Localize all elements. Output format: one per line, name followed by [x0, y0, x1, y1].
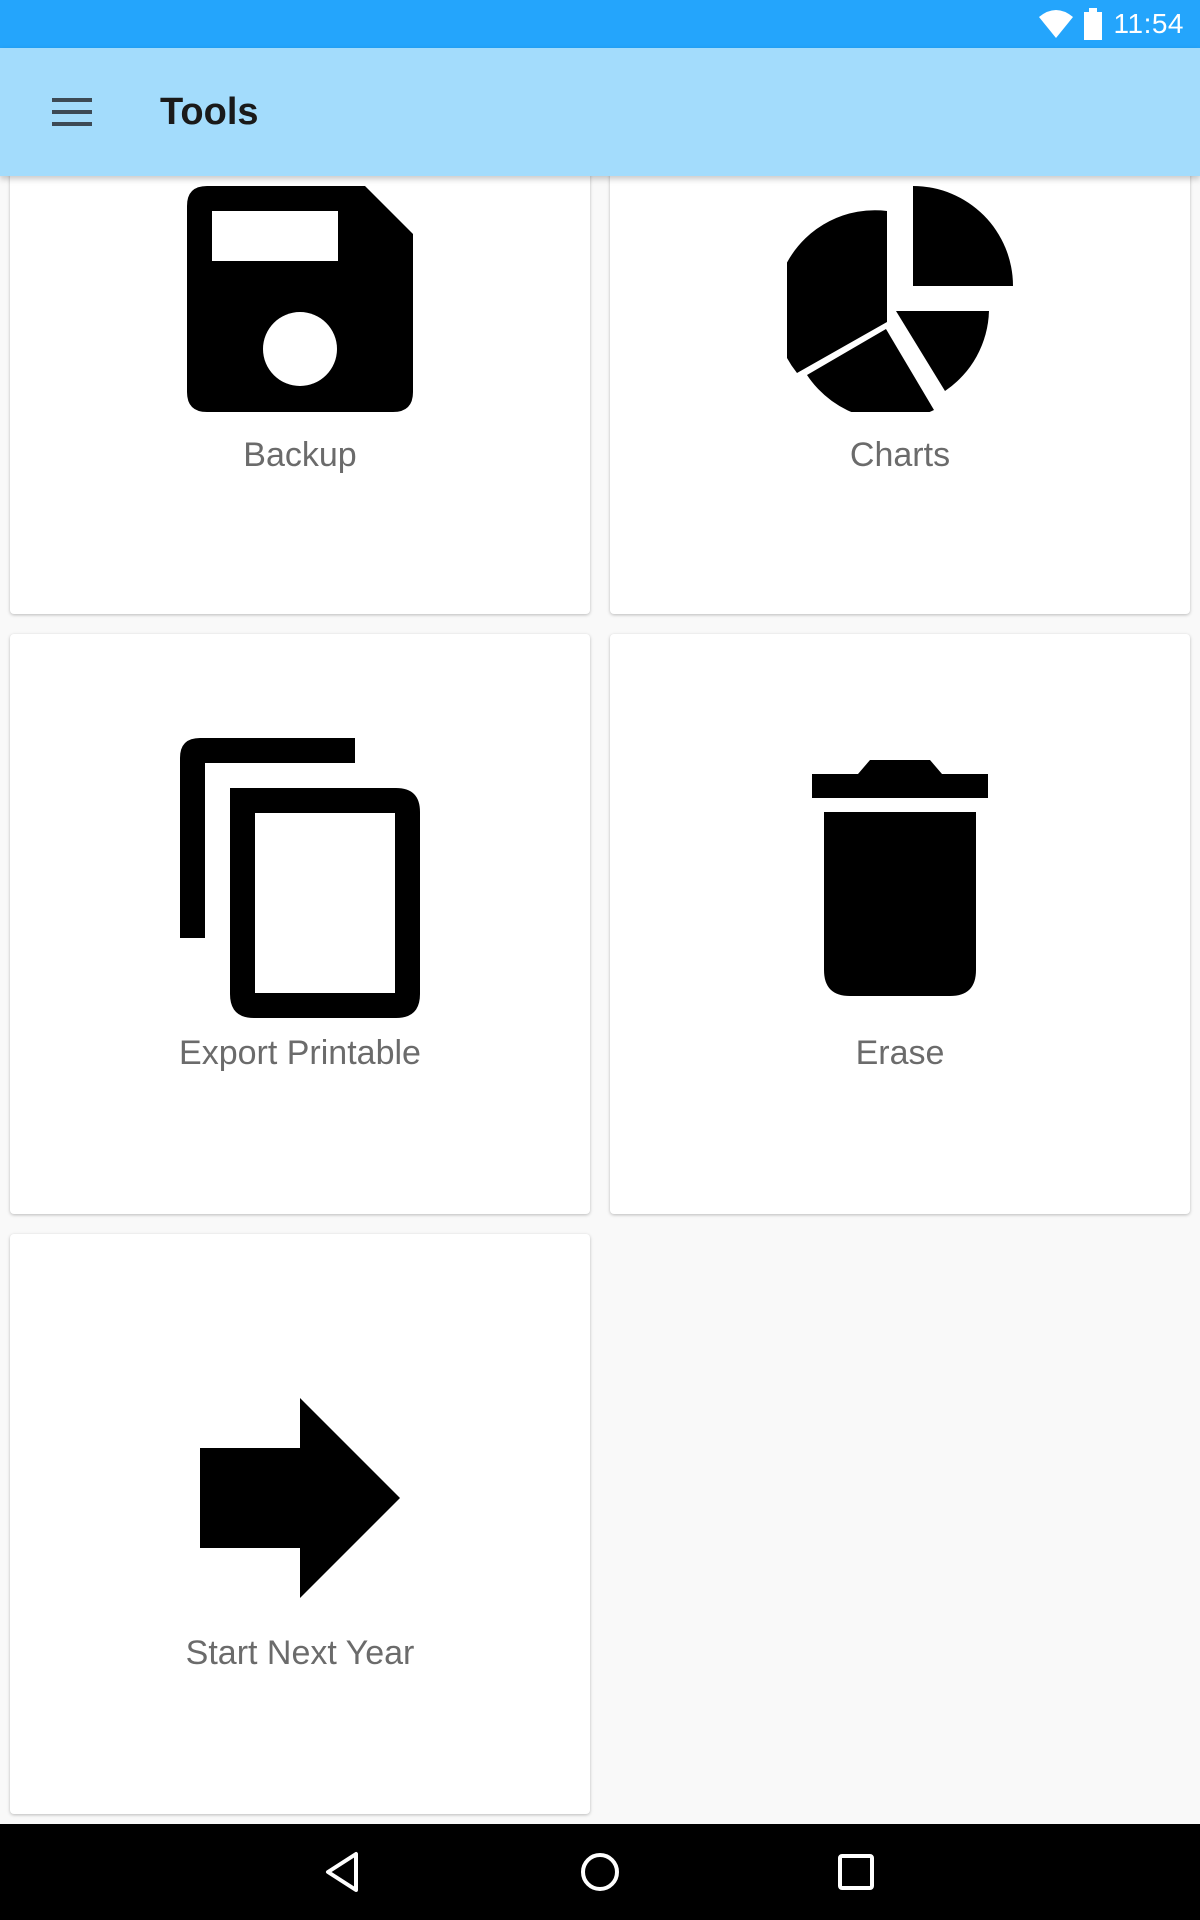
tool-label-start-next-year: Start Next Year — [185, 1634, 415, 1672]
tool-card-backup[interactable]: Backup — [10, 176, 590, 614]
home-icon[interactable] — [576, 1848, 624, 1896]
tool-label-charts: Charts — [849, 436, 951, 474]
floppy-disk-icon — [187, 186, 413, 412]
battery-icon — [1083, 8, 1102, 40]
wifi-icon — [1038, 10, 1073, 38]
tool-label-erase: Erase — [855, 1034, 945, 1072]
copy-icon — [180, 738, 420, 1018]
tool-label-export-printable: Export Printable — [179, 1034, 421, 1072]
tool-label-backup: Backup — [243, 436, 357, 474]
tool-card-erase[interactable]: Erase — [610, 634, 1190, 1214]
arrow-right-icon — [200, 1398, 400, 1598]
tool-card-start-next-year[interactable]: Start Next Year — [10, 1234, 590, 1814]
menu-button[interactable] — [40, 84, 104, 140]
back-icon[interactable] — [320, 1848, 368, 1896]
tools-grid: Backup Charts Export Printable Erase Sta… — [0, 176, 1200, 1824]
status-time: 11:54 — [1113, 8, 1184, 39]
tool-card-charts[interactable]: Charts — [610, 176, 1190, 614]
status-bar: 11:54 — [0, 0, 1200, 48]
app-bar: Tools — [0, 48, 1200, 176]
recents-icon[interactable] — [832, 1848, 880, 1896]
pie-chart-icon — [787, 186, 1013, 412]
trash-icon — [812, 760, 988, 996]
status-icons: 11:54 — [1038, 0, 1185, 48]
menu-icon — [52, 98, 92, 126]
page-title: Tools — [160, 91, 259, 133]
tool-card-export-printable[interactable]: Export Printable — [10, 634, 590, 1214]
navigation-bar — [0, 1824, 1200, 1920]
